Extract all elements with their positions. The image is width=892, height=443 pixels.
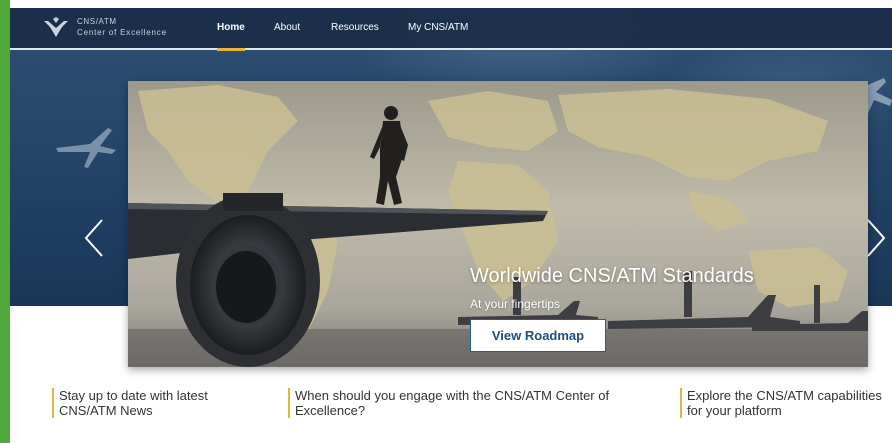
slide-title: Worldwide CNS/ATM Standards — [470, 265, 754, 287]
page: CNS/ATM Center of Excellence Home About … — [10, 8, 892, 443]
info-links-row: Stay up to date with latest CNS/ATM News… — [10, 388, 892, 438]
info-link-news[interactable]: Stay up to date with latest CNS/ATM News — [52, 388, 262, 418]
nav-resources[interactable]: Resources — [331, 22, 379, 33]
info-link-capabilities[interactable]: Explore the CNS/ATM capabilities for you… — [680, 388, 892, 418]
slide-subtitle: At your fingertips — [470, 297, 561, 311]
logo-subtitle: Center of Excellence — [77, 28, 167, 37]
view-roadmap-button[interactable]: View Roadmap — [470, 319, 606, 352]
logo-title: CNS/ATM — [77, 17, 117, 26]
nav-home[interactable]: Home — [217, 22, 245, 33]
info-link-engage[interactable]: When should you engage with the CNS/ATM … — [288, 388, 668, 418]
background-jet-left — [56, 128, 116, 168]
window-frame-top — [10, 0, 892, 8]
carousel-slide: Worldwide CNS/ATM Standards At your fing… — [128, 81, 868, 367]
air-force-wings-icon — [44, 17, 68, 37]
site-logo[interactable]: CNS/ATM Center of Excellence — [44, 15, 174, 43]
chevron-left-icon[interactable] — [82, 218, 106, 258]
nav-my-cns-atm[interactable]: My CNS/ATM — [408, 22, 468, 33]
nav-active-indicator — [217, 48, 245, 51]
top-navbar: CNS/ATM Center of Excellence Home About … — [10, 8, 892, 51]
nav-about[interactable]: About — [274, 22, 300, 33]
window-frame-edge — [0, 0, 10, 443]
